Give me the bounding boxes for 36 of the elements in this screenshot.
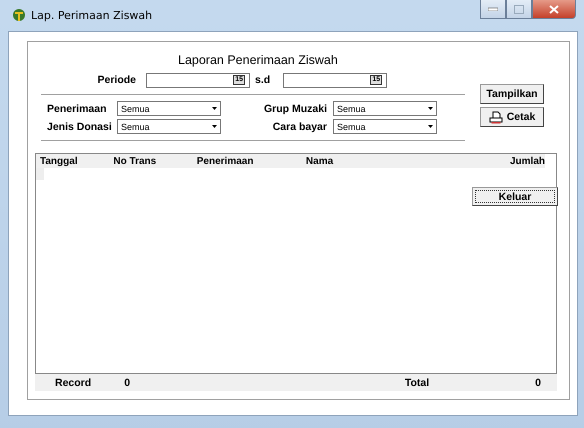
dropdown-arrow-icon <box>428 107 433 110</box>
total-label: Total <box>404 376 430 388</box>
column-header[interactable]: Jumlah <box>474 156 545 166</box>
maximize-button[interactable] <box>506 0 532 19</box>
dropdown-arrow-icon <box>212 107 217 110</box>
dropdown[interactable]: Semua <box>117 119 221 134</box>
close-button[interactable] <box>532 0 576 19</box>
minimize-icon <box>488 7 498 11</box>
record-count: 0 <box>124 376 130 388</box>
filter-label: Cara bayar <box>272 120 328 132</box>
exit-button[interactable]: Keluar <box>472 187 558 206</box>
dropdown-arrow-icon <box>212 125 217 128</box>
period-label: Periode <box>96 74 136 86</box>
filter-label: Jenis Donasi <box>47 120 113 132</box>
dropdown[interactable]: Semua <box>333 119 437 134</box>
record-label: Record <box>55 376 92 388</box>
period-separator: s.d <box>255 74 270 86</box>
show-button[interactable]: Tampilkan <box>480 84 544 104</box>
minimize-button[interactable] <box>480 0 506 19</box>
total-value: 0 <box>535 376 541 388</box>
dropdown-arrow-icon <box>428 125 433 128</box>
filter-label: Grup Muzaki <box>262 102 328 114</box>
close-icon <box>549 4 559 14</box>
column-header[interactable]: Penerimaan <box>196 156 306 166</box>
maximize-icon <box>514 4 524 14</box>
window-title: Lap. Perimaan Ziswah <box>31 8 152 22</box>
app-icon <box>12 8 26 22</box>
column-header[interactable]: No Trans <box>113 156 197 166</box>
filter-label: Penerimaan <box>47 102 108 114</box>
printer-icon <box>488 110 503 124</box>
print-button[interactable]: Cetak <box>480 107 544 127</box>
report-title: Laporan Penerimaan Ziswah <box>178 53 339 67</box>
column-header[interactable]: Nama <box>306 156 475 166</box>
column-header[interactable]: Tanggal <box>40 156 114 166</box>
dropdown[interactable]: Semua <box>117 101 221 116</box>
dropdown[interactable]: Semua <box>333 101 437 116</box>
